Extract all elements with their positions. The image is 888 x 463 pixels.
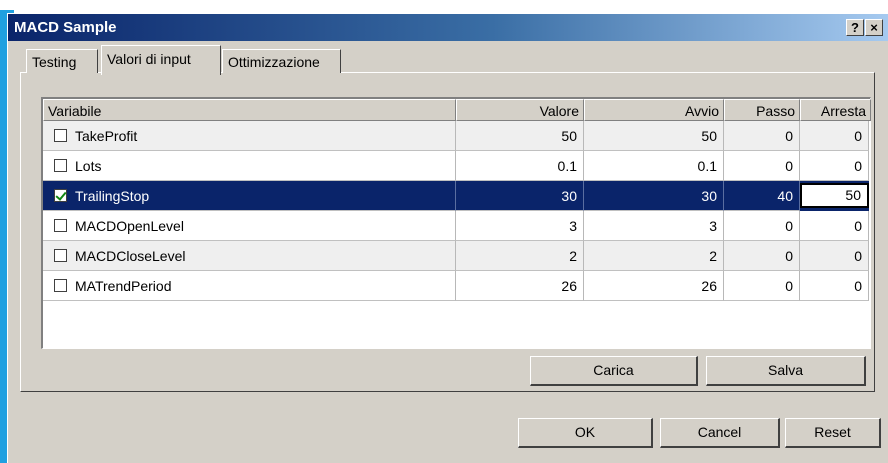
row-checkbox[interactable] — [54, 129, 67, 142]
table-row[interactable]: TakeProfit 50 50 0 0 — [43, 121, 869, 151]
row-checkbox[interactable] — [54, 159, 67, 172]
variable-name: TakeProfit — [43, 121, 456, 151]
value-cell[interactable]: 0.1 — [456, 151, 584, 181]
row-checkbox[interactable] — [54, 219, 67, 232]
value-cell[interactable]: 26 — [456, 271, 584, 301]
stop-cell[interactable]: 0 — [800, 241, 869, 271]
variable-name: TrailingStop — [43, 181, 456, 211]
row-checkbox[interactable] — [54, 189, 67, 202]
variables-list[interactable]: Variabile Valore Avvio Passo Arresta Tak… — [41, 97, 871, 349]
column-header-valore[interactable]: Valore — [456, 99, 584, 121]
step-cell[interactable]: 0 — [724, 211, 800, 241]
step-cell[interactable]: 0 — [724, 241, 800, 271]
start-cell[interactable]: 3 — [584, 211, 724, 241]
start-cell[interactable]: 2 — [584, 241, 724, 271]
title-bar[interactable]: MACD Sample ? × — [8, 14, 888, 41]
variable-name: MATrendPeriod — [43, 271, 456, 301]
variable-name: MACDCloseLevel — [43, 241, 456, 271]
variable-name: Lots — [43, 151, 456, 181]
ok-button[interactable]: OK — [518, 418, 653, 448]
start-cell[interactable]: 0.1 — [584, 151, 724, 181]
stop-cell[interactable]: 0 — [800, 271, 869, 301]
table-row[interactable]: MATrendPeriod 26 26 0 0 — [43, 271, 869, 301]
variable-name: MACDOpenLevel — [43, 211, 456, 241]
stop-cell[interactable]: 0 — [800, 121, 869, 151]
list-header: Variabile Valore Avvio Passo Arresta — [43, 99, 871, 121]
help-button[interactable]: ? — [846, 19, 864, 36]
cancel-button[interactable]: Cancel — [660, 418, 780, 448]
value-cell[interactable]: 3 — [456, 211, 584, 241]
step-cell[interactable]: 40 — [724, 181, 800, 211]
column-header-arresta[interactable]: Arresta — [800, 99, 871, 121]
table-row[interactable]: MACDCloseLevel 2 2 0 0 — [43, 241, 869, 271]
stop-edit-field[interactable]: 50 — [800, 183, 869, 208]
stop-cell[interactable]: 0 — [800, 151, 869, 181]
step-cell[interactable]: 0 — [724, 151, 800, 181]
table-row[interactable]: TrailingStop 30 30 40 50 — [43, 181, 869, 211]
value-cell[interactable]: 2 — [456, 241, 584, 271]
window-title: MACD Sample — [14, 19, 117, 36]
reset-button[interactable]: Reset — [785, 418, 881, 448]
row-checkbox[interactable] — [54, 249, 67, 262]
row-checkbox[interactable] — [54, 279, 67, 292]
step-cell[interactable]: 0 — [724, 121, 800, 151]
start-cell[interactable]: 30 — [584, 181, 724, 211]
tab-testing[interactable]: Testing — [26, 49, 98, 73]
tab-valori-di-input[interactable]: Valori di input — [101, 45, 221, 75]
start-cell[interactable]: 50 — [584, 121, 724, 151]
table-row[interactable]: MACDOpenLevel 3 3 0 0 — [43, 211, 869, 241]
start-cell[interactable]: 26 — [584, 271, 724, 301]
close-button[interactable]: × — [865, 19, 883, 36]
tab-ottimizzazione[interactable]: Ottimizzazione — [222, 49, 341, 73]
column-header-avvio[interactable]: Avvio — [584, 99, 724, 121]
table-row[interactable]: Lots 0.1 0.1 0 0 — [43, 151, 869, 181]
column-header-variabile[interactable]: Variabile — [43, 99, 456, 121]
column-header-passo[interactable]: Passo — [724, 99, 800, 121]
carica-button[interactable]: Carica — [530, 356, 698, 386]
salva-button[interactable]: Salva — [706, 356, 866, 386]
value-cell[interactable]: 30 — [456, 181, 584, 211]
background-top — [0, 0, 888, 10]
value-cell[interactable]: 50 — [456, 121, 584, 151]
step-cell[interactable]: 0 — [724, 271, 800, 301]
stop-cell[interactable]: 0 — [800, 211, 869, 241]
